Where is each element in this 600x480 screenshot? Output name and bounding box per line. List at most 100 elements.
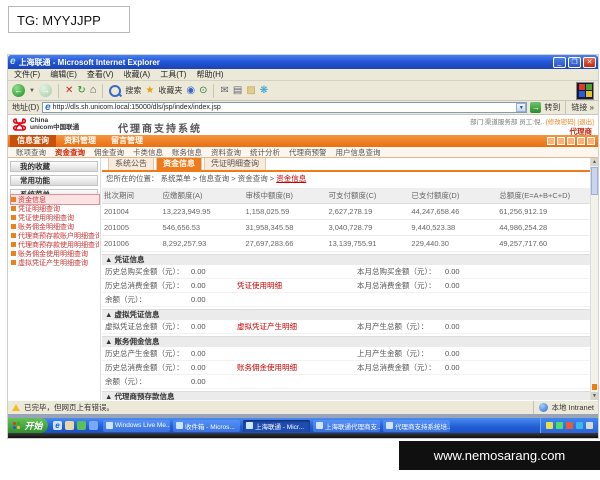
media-button[interactable]: ◉: [186, 84, 195, 97]
address-dropdown-icon[interactable]: ▼: [516, 103, 527, 112]
go-label[interactable]: 转到: [544, 102, 560, 113]
submenu-item[interactable]: 用户信息查询: [336, 147, 381, 157]
field-label: 历史总消费金额（元）：: [105, 280, 184, 290]
nav-tab-data-mgmt[interactable]: 资料管理: [57, 135, 103, 147]
quick-launch-ie-icon[interactable]: e: [53, 421, 62, 430]
mail-button[interactable]: ✉: [220, 84, 228, 97]
table-row[interactable]: 201004 13,223,949.95 1,158,025.59 2,627,…: [102, 203, 590, 220]
virtual-voucher-detail-link[interactable]: 虚拟凭证产生明细: [237, 322, 357, 331]
folder-button[interactable]: ▨: [246, 84, 255, 97]
submenu-item-funds-query[interactable]: 资金查询: [55, 147, 85, 157]
scroll-thumb[interactable]: [591, 167, 598, 195]
sidebar-item[interactable]: 代理商预存款账户明细查询: [11, 231, 99, 240]
sidebar-item-funds-info[interactable]: 资金信息: [10, 194, 100, 205]
section-virtual-voucher-info[interactable]: ▲ 虚拟凭证信息: [102, 309, 590, 320]
history-button[interactable]: ⊙: [199, 84, 207, 97]
refresh-button[interactable]: ↻: [77, 84, 85, 97]
menu-help[interactable]: 帮助(H): [196, 69, 223, 80]
menu-edit[interactable]: 编辑(E): [50, 69, 77, 80]
quick-launch-messenger-icon[interactable]: [77, 421, 86, 430]
taskbar-button-agent-system[interactable]: 代理商支持系统培...: [383, 419, 450, 432]
page-icon: e: [45, 102, 51, 113]
taskbar-button-messenger[interactable]: Windows Live Me...: [103, 419, 170, 432]
system-tray: [540, 418, 598, 433]
back-button[interactable]: ←: [12, 84, 25, 97]
menu-view[interactable]: 查看(V): [87, 69, 114, 80]
submenu-item[interactable]: 代理商预警: [289, 147, 327, 157]
search-label[interactable]: 搜索: [125, 85, 141, 96]
menu-tools[interactable]: 工具(T): [160, 69, 186, 80]
section-voucher-info[interactable]: ▲ 凭证信息: [102, 254, 590, 265]
nav-tab-info-query[interactable]: 信息查询: [10, 135, 56, 147]
tray-icon[interactable]: [556, 422, 563, 429]
stop-button[interactable]: ✕: [65, 84, 73, 97]
table-row[interactable]: 201005 546,656.53 31,958,345.58 3,040,72…: [102, 219, 590, 236]
user-info: 部门:渠道服务部 员工:倪.. [修改密码] [退出]: [470, 116, 594, 126]
tab-funds-info[interactable]: 资金信息: [156, 158, 202, 170]
bullet-icon: [11, 233, 16, 238]
commission-usage-detail-link[interactable]: 账务佣金使用明细: [237, 363, 357, 372]
submenu-item[interactable]: 账项查询: [16, 147, 46, 157]
search-icon[interactable]: [109, 84, 122, 97]
submenu-item[interactable]: 卡类信息: [133, 147, 163, 157]
tray-icon[interactable]: [546, 422, 553, 429]
tray-icon[interactable]: [576, 422, 583, 429]
voucher-usage-detail-link[interactable]: 凭证使用明细: [237, 281, 357, 290]
field-label: 本月总消费金额（元）：: [357, 280, 436, 290]
vertical-scrollbar[interactable]: ▲ ▼: [590, 158, 598, 400]
sidebar-header-common[interactable]: 常用功能: [10, 175, 98, 186]
section-commission-info[interactable]: ▲ 账务佣金信息: [102, 336, 590, 347]
sidebar-item[interactable]: 账务佣金明细查询: [11, 222, 99, 231]
scroll-down-icon[interactable]: ▼: [591, 392, 598, 400]
favorites-label[interactable]: 收藏夹: [158, 85, 182, 96]
section-prepaid-info[interactable]: ▲ 代理商预存款信息: [102, 391, 590, 400]
sidebar-item[interactable]: 虚拟凭证产生明细查询: [11, 258, 99, 267]
taskbar-button-inbox[interactable]: 收件箱 - Micros...: [173, 419, 240, 432]
quick-launch-desktop-icon[interactable]: [65, 421, 74, 430]
col-total-quota: 总额度(E=A+B+C+D): [497, 188, 590, 204]
address-input[interactable]: e http://dls.sh.unicom.local:15000/dls/j…: [42, 102, 528, 113]
breadcrumb-current[interactable]: 资金信息: [276, 174, 306, 183]
taskbar-button-shanghai-unicom[interactable]: 上海联通 - Micr...: [243, 419, 310, 432]
change-password-link[interactable]: [修改密码]: [546, 119, 576, 126]
scroll-up-icon[interactable]: ▲: [591, 158, 598, 166]
nav-tab-message-mgmt[interactable]: 留言管理: [104, 135, 150, 147]
minimize-button[interactable]: _: [553, 56, 566, 68]
links-label[interactable]: 链接 »: [571, 102, 594, 113]
page-canvas: TG: MYYJJPP e 上海联通 - Microsoft Internet …: [0, 0, 600, 480]
restore-button[interactable]: ❐: [568, 56, 581, 68]
window-titlebar[interactable]: e 上海联通 - Microsoft Internet Explorer _ ❐…: [8, 55, 598, 69]
table-row[interactable]: 201006 8,292,257.93 27,697,283.66 13,139…: [102, 235, 590, 252]
sidebar-item[interactable]: 代理商预存款使用明细查询: [11, 240, 99, 249]
home-button[interactable]: ⌂: [90, 84, 97, 97]
forward-button[interactable]: →: [38, 84, 52, 97]
sidebar-item[interactable]: 账务佣金使用明细查询: [11, 249, 99, 258]
print-button[interactable]: ▤: [233, 84, 242, 97]
tray-icon[interactable]: [586, 422, 593, 429]
logout-link[interactable]: [退出]: [577, 119, 594, 126]
sidebar-item[interactable]: 凭证使用明细查询: [11, 213, 99, 222]
submenu-item[interactable]: 佣金查询: [94, 147, 124, 157]
tab-system-notice[interactable]: 系统公告: [108, 158, 154, 170]
section-row: 历史总产生金额（元）： 0.00 上月产生金额（元）： 0.00: [102, 347, 590, 361]
close-button[interactable]: ✕: [583, 56, 596, 68]
menu-file[interactable]: 文件(F): [14, 69, 40, 80]
submenu-item[interactable]: 资料查询: [211, 147, 241, 157]
main-nav: 信息查询 资料管理 留言管理: [8, 135, 598, 147]
back-dropdown-icon[interactable]: ▼: [29, 88, 35, 94]
favorites-icon[interactable]: ★: [145, 84, 154, 97]
sidebar-header-favorites[interactable]: 我的收藏: [10, 161, 98, 172]
tray-icon[interactable]: [566, 422, 573, 429]
tab-voucher-detail[interactable]: 凭证明细查询: [204, 158, 266, 170]
nav-quick-icons: [547, 135, 598, 147]
messenger-button[interactable]: ❋: [260, 84, 268, 97]
submenu-item[interactable]: 账务信息: [172, 147, 202, 157]
sidebar-item-label: 资金信息: [18, 196, 46, 204]
go-icon[interactable]: →: [530, 102, 542, 113]
taskbar-button-agent-portal[interactable]: 上海联通代理商支...: [313, 419, 380, 432]
start-button[interactable]: 开始: [8, 418, 48, 433]
browser-toolbar: ← ▼ → ✕ ↻ ⌂ 搜索 ★ 收藏夹 ◉ ⊙ ✉ ▤ ▨ ❋: [8, 81, 598, 101]
sidebar-item[interactable]: 凭证明细查询: [11, 204, 99, 213]
submenu-item[interactable]: 统计分析: [250, 147, 280, 157]
menu-favorites[interactable]: 收藏(A): [124, 69, 151, 80]
